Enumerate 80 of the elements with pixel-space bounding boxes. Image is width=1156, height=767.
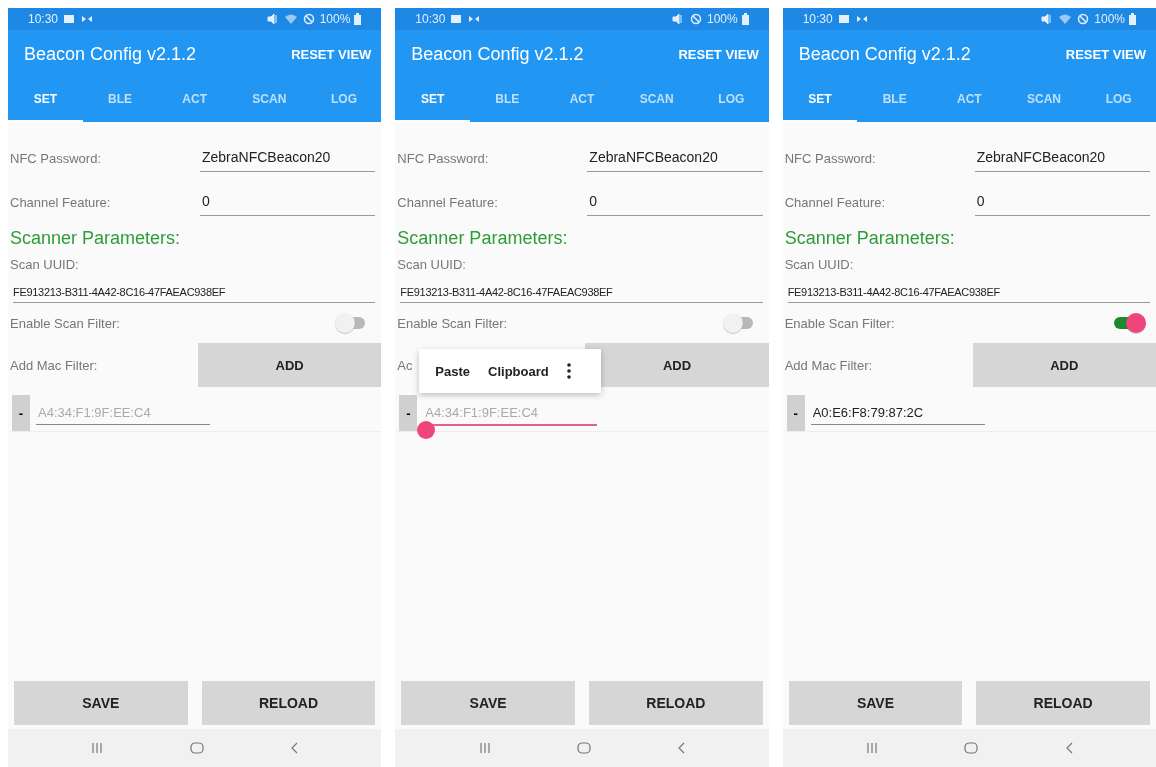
back-icon[interactable] [1064,742,1073,754]
block-icon [688,13,703,25]
mac-address-field[interactable]: A4:34:F1:9F:EE:C4 [36,401,210,425]
notification-icon [854,13,869,25]
field-label: Channel Feature: [10,195,112,212]
menu-item[interactable]: Paste [435,363,471,379]
input-field[interactable]: ZebraNFCBeacon20 [587,149,763,172]
back-icon[interactable] [290,742,299,754]
block-icon [1076,13,1091,25]
wifi-icon [283,13,298,25]
block-icon [301,13,316,25]
recent-apps-icon[interactable] [91,742,104,754]
field-label: Ac [397,358,413,373]
input-field[interactable]: 0 [200,193,376,216]
battery-level: 100% [706,12,738,26]
app-title: Beacon Config v2.1.2 [411,43,584,65]
notification-icon [467,13,482,25]
action-button[interactable]: RELOAD [976,681,1150,725]
input-field[interactable]: ZebraNFCBeacon20 [200,149,376,172]
cursor-handle[interactable] [417,421,436,439]
battery-level: 100% [319,12,351,26]
section-title: Scanner Parameters: [397,228,569,249]
uuid-field[interactable]: FE913213-B311-4A42-8C16-47FAEAC938EF [13,286,376,303]
section-title: Scanner Parameters: [10,228,182,249]
section-title: Scanner Parameters: [784,228,956,249]
field-label: Enable Scan Filter: [10,315,121,331]
action-button[interactable]: RELOAD [201,681,376,725]
home-icon[interactable] [189,742,204,754]
field-label: Scan UUID: [10,257,80,272]
battery-level: 100% [1094,12,1125,26]
input-field[interactable]: ZebraNFCBeacon20 [974,149,1150,172]
add-button[interactable]: ADD [585,343,769,387]
status-time: 10:30 [415,12,446,26]
uuid-field[interactable]: FE913213-B311-4A42-8C16-47FAEAC938EF [400,286,763,303]
image-icon [62,13,77,25]
field-label: Scan UUID: [397,257,467,272]
action-button[interactable]: SAVE [788,681,963,725]
remove-button[interactable]: - [399,395,418,431]
field-label: NFC Password: [784,151,877,168]
input-field[interactable]: 0 [587,193,763,216]
field-label: Add Mac Filter: [784,358,873,373]
field-label: Channel Feature: [784,195,887,212]
home-icon[interactable] [964,742,979,754]
mac-address-field[interactable]: A4:34:F1:9F:EE:C4 [423,400,598,426]
mute-icon [265,13,280,25]
action-button[interactable]: SAVE [14,681,188,725]
more-icon[interactable] [566,363,571,379]
battery-icon [1129,13,1136,25]
status-time: 10:30 [802,12,833,26]
action-button[interactable]: RELOAD [589,681,763,725]
field-label: Enable Scan Filter: [397,315,509,331]
mac-address-field[interactable]: A0:E6:F8:79:87:2C [810,401,985,425]
field-label: Channel Feature: [397,195,499,212]
field-label: NFC Password: [10,151,103,168]
app-title: Beacon Config v2.1.2 [798,43,971,65]
field-label: Enable Scan Filter: [784,315,896,331]
battery-icon [354,13,362,25]
image-icon [449,13,464,25]
notification-icon [80,13,95,25]
recent-apps-icon[interactable] [865,742,878,754]
image-icon [836,13,851,25]
menu-item[interactable]: Clipboard [488,363,549,379]
uuid-field[interactable]: FE913213-B311-4A42-8C16-47FAEAC938EF [787,286,1150,303]
remove-button[interactable]: - [786,395,805,431]
recent-apps-icon[interactable] [478,742,491,754]
mute-icon [670,13,685,25]
field-label: Add Mac Filter: [10,358,98,373]
status-time: 10:30 [28,12,59,26]
field-label: Scan UUID: [784,257,855,272]
app-title: Beacon Config v2.1.2 [24,43,197,65]
add-button[interactable]: ADD [972,343,1156,387]
add-button[interactable]: ADD [198,343,382,387]
home-icon[interactable] [577,742,591,754]
back-icon[interactable] [677,742,686,754]
wifi-icon [1058,13,1073,25]
field-label: NFC Password: [397,151,490,168]
battery-icon [741,13,749,25]
action-button[interactable]: SAVE [401,681,575,725]
input-field[interactable]: 0 [974,193,1150,216]
remove-button[interactable]: - [12,395,30,431]
